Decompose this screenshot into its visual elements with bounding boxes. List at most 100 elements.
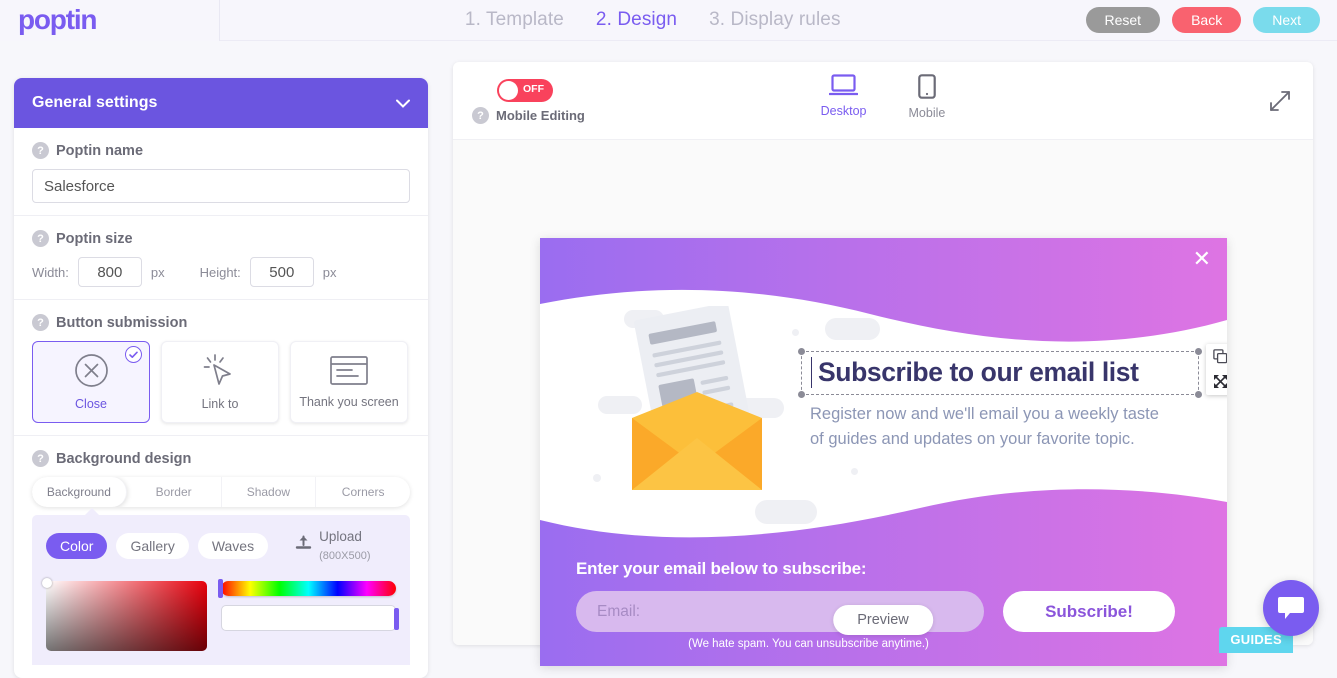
width-unit: px [151,265,165,280]
editor-canvas: OFF ? Mobile Editing Desktop [453,62,1313,645]
step-template[interactable]: 1. Template [465,9,564,31]
resize-handle[interactable] [1195,348,1202,355]
height-unit: px [323,265,337,280]
preview-button[interactable]: Preview [833,605,933,635]
mode-waves[interactable]: Waves [198,533,268,559]
height-input[interactable] [250,257,314,287]
device-label: Mobile [909,106,946,120]
expand-arrows-icon[interactable] [1269,90,1291,117]
background-design-tabs: Background Border Shadow Corners [32,477,410,507]
cursor-click-icon [203,353,238,393]
width-label: Width: [32,265,69,280]
picker-controls [221,581,396,651]
hue-slider[interactable] [221,581,396,596]
upload-label: Upload [319,529,362,544]
canvas-toolbar: OFF ? Mobile Editing Desktop [453,62,1313,140]
popup-subcopy[interactable]: Register now and we'll email you a weekl… [801,402,1171,452]
submission-option-label: Link to [202,397,239,411]
poptin-name-header: ? Poptin name [32,142,410,159]
resize-handle[interactable] [1195,391,1202,398]
back-button[interactable]: Back [1172,7,1241,33]
logo-zone: poptin [0,0,220,41]
top-actions: Reset Back Next [1086,7,1337,33]
upload-size-hint: (800X500) [319,550,370,562]
circle-x-icon [74,353,109,393]
open-envelope-newsletter-icon [618,306,776,501]
cloud-decor [825,318,880,340]
mobile-icon [918,74,936,104]
button-submission-header: ? Button submission [32,314,410,331]
move-icon[interactable] [1213,374,1227,389]
submission-option-link-to[interactable]: Link to [161,341,279,423]
help-icon[interactable]: ? [32,142,49,159]
dot-decor [792,329,799,336]
background-modes: Color Gallery Waves Upload (800X500) [46,528,396,564]
poptin-name-section: ? Poptin name [14,128,428,216]
poptin-size-header: ? Poptin size [32,230,410,247]
step-display-rules[interactable]: 3. Display rules [709,9,840,31]
device-switcher: Desktop Mobile [453,74,1313,120]
poptin-size-label: Poptin size [56,231,133,247]
device-desktop[interactable]: Desktop [821,74,867,120]
help-icon[interactable]: ? [32,230,49,247]
color-picker [32,577,410,665]
mode-gallery[interactable]: Gallery [116,533,188,559]
tab-shadow[interactable]: Shadow [222,477,317,507]
preview-stage: ✕ [453,140,1313,645]
width-input[interactable] [78,257,142,287]
step-design[interactable]: 2. Design [596,9,677,31]
cloud-decor [755,500,817,524]
tab-border[interactable]: Border [127,477,222,507]
button-submission-label: Button submission [56,315,187,331]
poptin-name-input[interactable] [32,169,410,203]
next-button[interactable]: Next [1253,7,1320,33]
form-title: Enter your email below to subscribe: [576,559,1191,579]
device-label: Desktop [821,104,867,118]
button-submission-section: ? Button submission Close [14,300,428,436]
chat-bubble-icon[interactable] [1263,580,1319,636]
poptin-logo[interactable]: poptin [18,6,96,34]
window-lines-icon [330,356,368,391]
upload-control[interactable]: Upload (800X500) [295,528,370,564]
size-row: Width: px Height: px [32,257,410,287]
poptin-name-label: Poptin name [56,143,143,159]
hue-handle[interactable] [218,579,223,598]
chevron-down-icon[interactable] [396,96,410,111]
reset-button[interactable]: Reset [1086,7,1161,33]
settings-sidebar: General settings ? Poptin name ? Poptin … [14,78,428,678]
selected-text-element[interactable]: Subscribe to our email list [801,351,1199,395]
tab-corners[interactable]: Corners [316,477,410,507]
dot-decor [593,474,601,482]
tab-background[interactable]: Background [32,477,127,507]
subscribe-button[interactable]: Subscribe! [1003,591,1175,632]
height-label: Height: [200,265,241,280]
help-icon[interactable]: ? [32,450,49,467]
background-mode-panel: Color Gallery Waves Upload (800X500) [32,515,410,577]
spam-note: (We hate spam. You can unsubscribe anyti… [576,638,1191,650]
duplicate-icon[interactable] [1213,349,1227,364]
mode-color[interactable]: Color [46,533,107,559]
check-icon [125,346,142,363]
poptin-size-section: ? Poptin size Width: px Height: px [14,216,428,300]
submission-options: Close Link to [32,341,410,423]
hex-input[interactable] [221,605,396,631]
resize-handle[interactable] [798,391,805,398]
dot-decor [851,468,858,475]
device-mobile[interactable]: Mobile [909,74,946,120]
saturation-handle[interactable] [42,578,52,588]
step-nav: 1. Template 2. Design 3. Display rules [220,9,1086,31]
resize-handle[interactable] [798,348,805,355]
headline-block: Subscribe to our email list [801,351,1191,452]
popup-preview: ✕ [540,238,1227,666]
desktop-icon [829,74,858,102]
popup-headline[interactable]: Subscribe to our email list [811,357,1189,388]
help-icon[interactable]: ? [32,314,49,331]
background-design-section: ? Background design Background Border Sh… [14,436,428,507]
submission-option-thank-you[interactable]: Thank you screen [290,341,408,423]
general-settings-header[interactable]: General settings [14,78,428,128]
alpha-handle[interactable] [394,608,399,630]
saturation-field[interactable] [46,581,207,651]
element-toolbar [1206,344,1227,395]
submission-option-close[interactable]: Close [32,341,150,423]
close-x-icon[interactable]: ✕ [1193,248,1211,270]
